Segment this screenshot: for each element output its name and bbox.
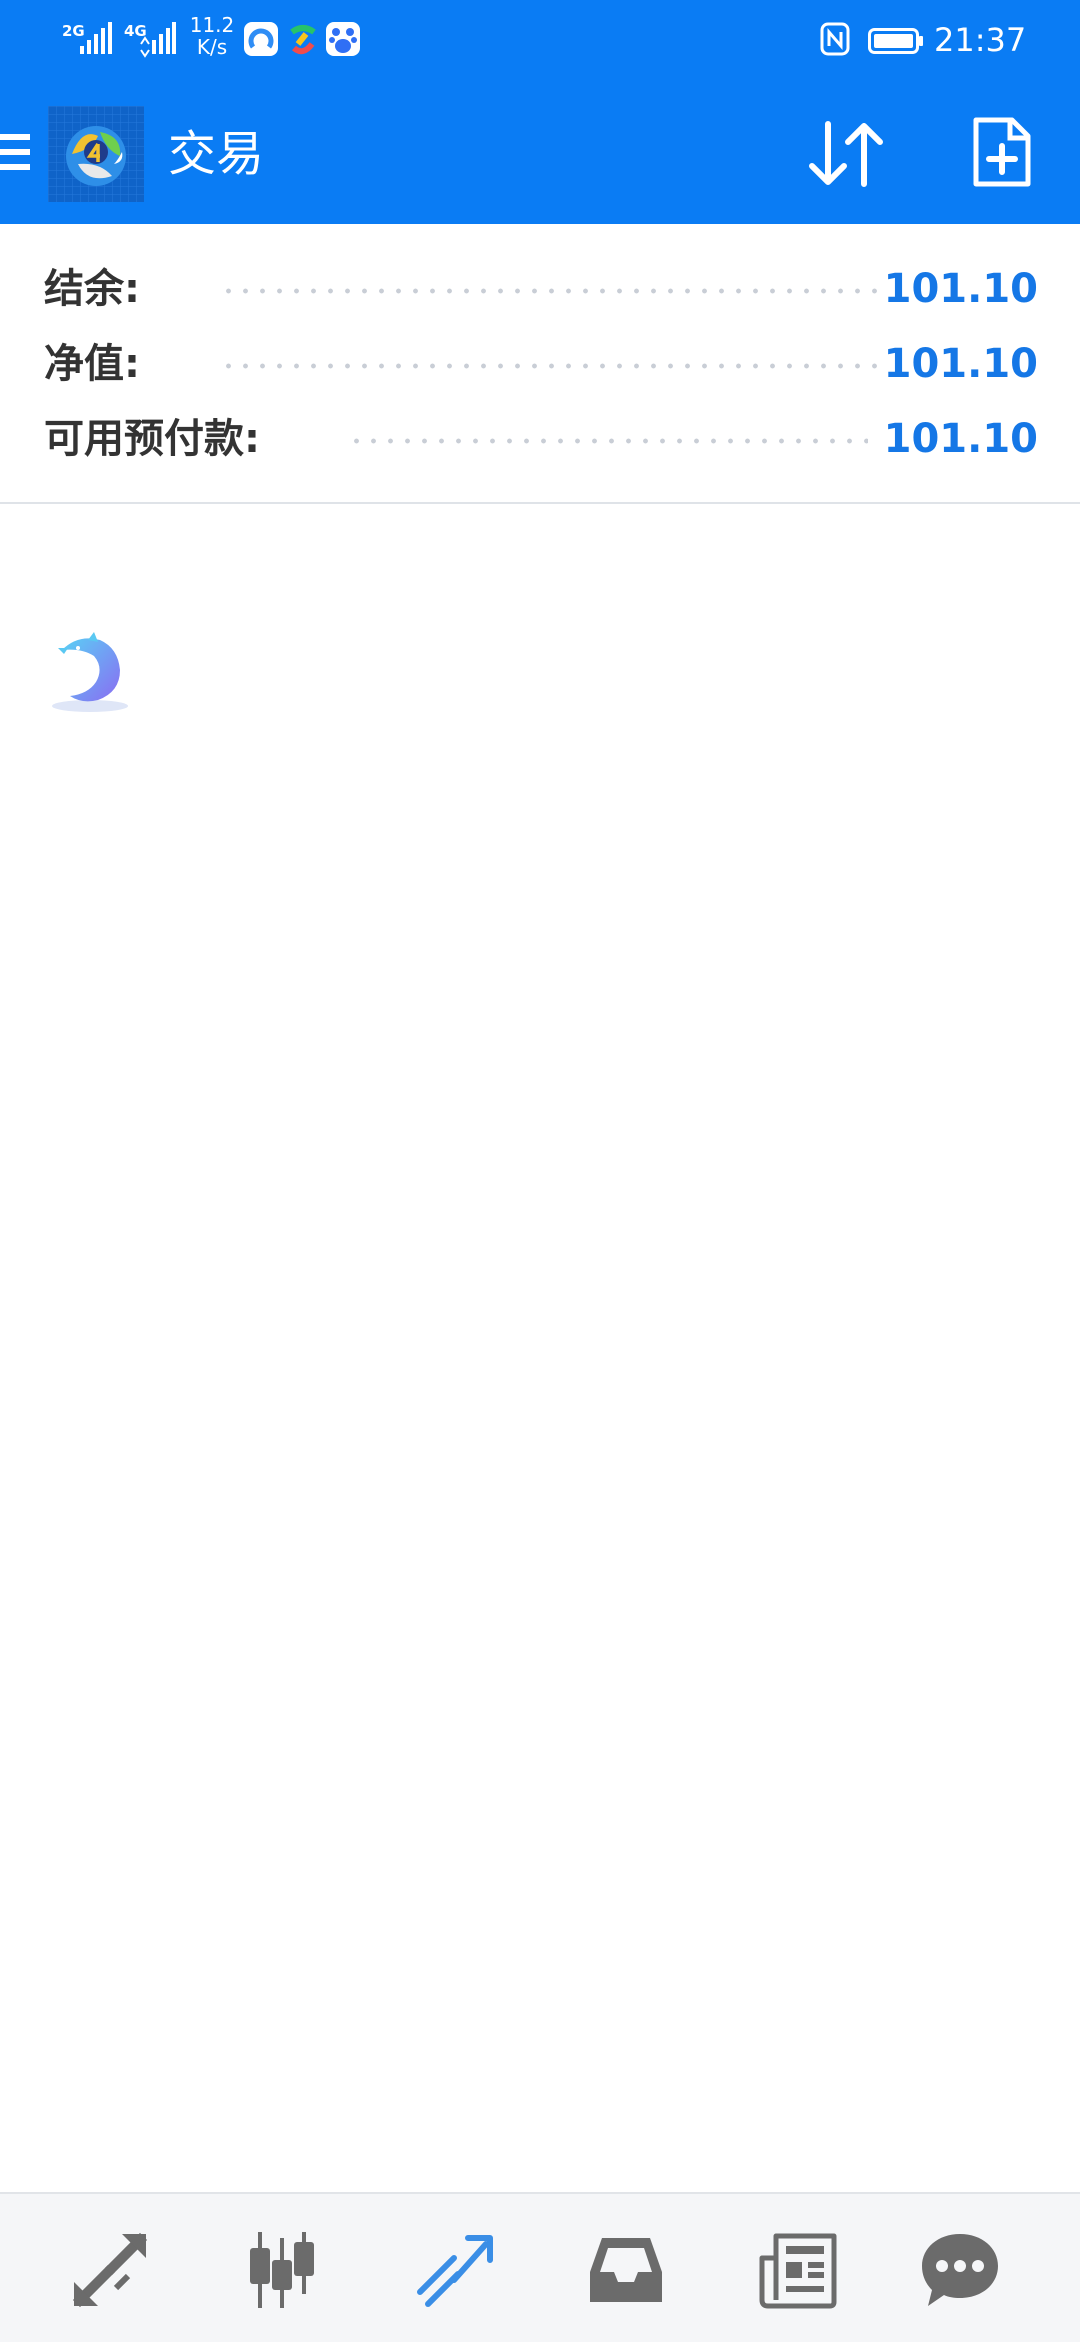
status-bar: 2G 4G 11.2 K/s 21:37: [0, 0, 1080, 80]
news-icon[interactable]: [758, 2230, 838, 2310]
network-speed-unit: K/s: [196, 35, 228, 59]
balance-label: 结余:: [44, 266, 140, 312]
notification-app-3-icon: [326, 22, 360, 56]
network-speed-value: 11.2: [189, 13, 235, 37]
balance-value: 101.10: [883, 266, 1038, 312]
history-inbox-icon[interactable]: [586, 2230, 666, 2310]
metatrader-logo-icon[interactable]: [48, 106, 144, 202]
account-summary: 结余: 101.10 净值: 101.10 可用预付款: 101.10: [0, 224, 1080, 504]
sort-icon[interactable]: [808, 120, 884, 188]
balance-row: 结余: 101.10: [0, 252, 1080, 327]
equity-row: 净值: 101.10: [0, 327, 1080, 402]
network-speed: 11.2 K/s: [186, 14, 238, 58]
free-margin-label: 可用预付款:: [44, 416, 260, 462]
trade-trend-icon[interactable]: [414, 2230, 494, 2310]
free-margin-value: 101.10: [883, 416, 1038, 462]
quotes-arrows-icon[interactable]: [70, 2230, 150, 2310]
candlestick-chart-icon[interactable]: [242, 2230, 322, 2310]
signal-2-icon: [140, 22, 176, 58]
equity-label: 净值:: [44, 341, 140, 387]
new-order-icon[interactable]: [972, 116, 1032, 188]
notification-app-2-icon: [286, 22, 320, 56]
menu-icon[interactable]: [0, 130, 30, 174]
clock: 21:37: [934, 21, 1027, 59]
dotted-leader: [220, 288, 884, 294]
signal-1-icon: [80, 22, 112, 54]
messages-chat-icon[interactable]: [920, 2230, 1000, 2310]
app-bar: 交易: [0, 80, 1080, 224]
dotted-leader: [348, 438, 868, 444]
page-title: 交易: [168, 126, 265, 182]
bottom-navigation: [0, 2192, 1080, 2342]
free-margin-row: 可用预付款: 101.10: [0, 402, 1080, 477]
dotted-leader: [220, 363, 884, 369]
dolphin-floating-icon[interactable]: [48, 630, 134, 716]
equity-value: 101.10: [883, 341, 1038, 387]
notification-app-1-icon: [244, 22, 278, 56]
nfc-icon: [820, 22, 850, 56]
battery-icon: [868, 28, 923, 54]
